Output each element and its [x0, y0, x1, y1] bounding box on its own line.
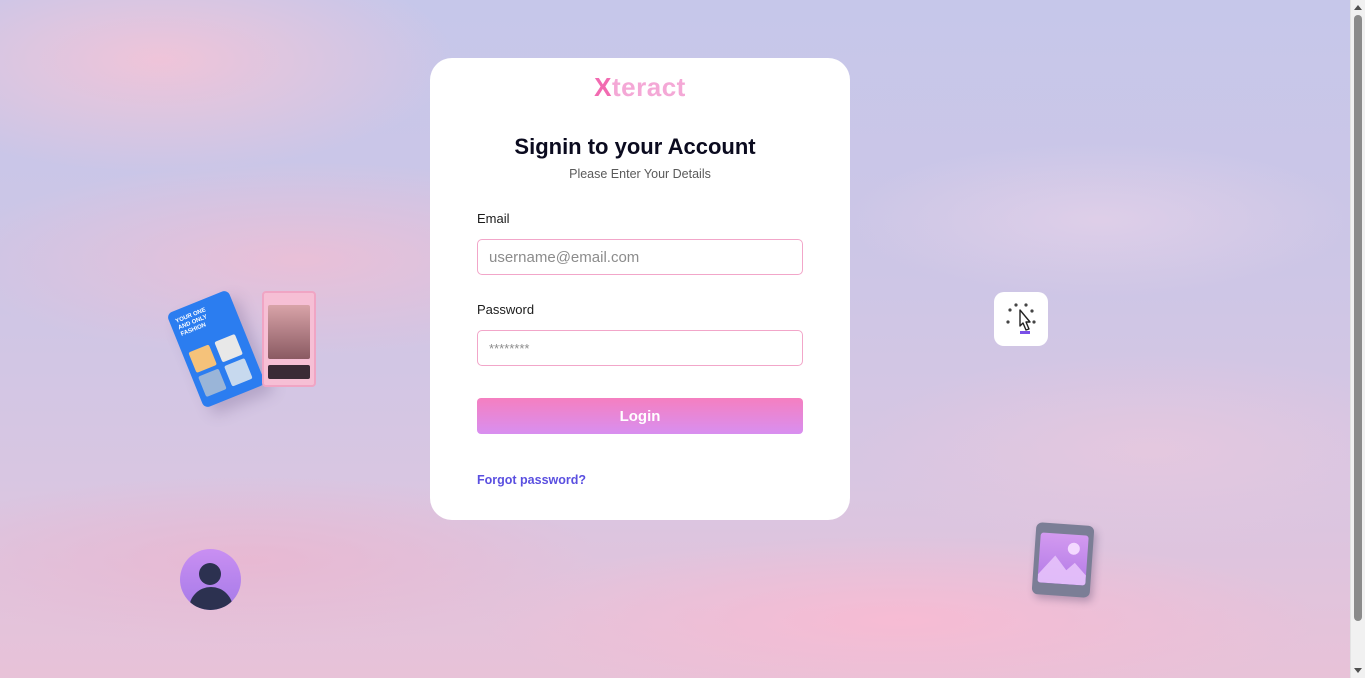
password-field[interactable] [477, 330, 803, 366]
forgot-password-link[interactable]: Forgot password? [477, 473, 586, 487]
brand-logo-text: teract [612, 72, 686, 102]
page-subtitle: Please Enter Your Details [569, 167, 711, 181]
brand-logo-x: X [594, 72, 612, 102]
login-button[interactable]: Login [477, 398, 803, 434]
fashion-app-screen-icon: YOUR ONE AND ONLY FASHION [166, 289, 266, 409]
login-card [430, 58, 850, 520]
scroll-thumb[interactable] [1354, 15, 1362, 621]
page-title: Signin to your Account [514, 134, 756, 159]
password-label: Password [477, 302, 535, 317]
cursor-click-icon [994, 292, 1048, 346]
scroll-down-icon[interactable] [1354, 668, 1362, 673]
page-background: YOUR ONE AND ONLY FASHION Xteract Signin… [0, 0, 1350, 678]
brand-logo: Xteract [430, 72, 850, 103]
image-gallery-icon [1031, 522, 1095, 598]
email-field[interactable] [477, 239, 803, 275]
phone-card-text: YOUR ONE AND ONLY FASHION [174, 307, 209, 338]
story-screen-icon [262, 291, 316, 387]
user-avatar-icon [180, 549, 241, 610]
scroll-up-icon[interactable] [1354, 5, 1362, 10]
email-label: Email [477, 211, 510, 226]
vertical-scrollbar[interactable] [1350, 0, 1365, 678]
